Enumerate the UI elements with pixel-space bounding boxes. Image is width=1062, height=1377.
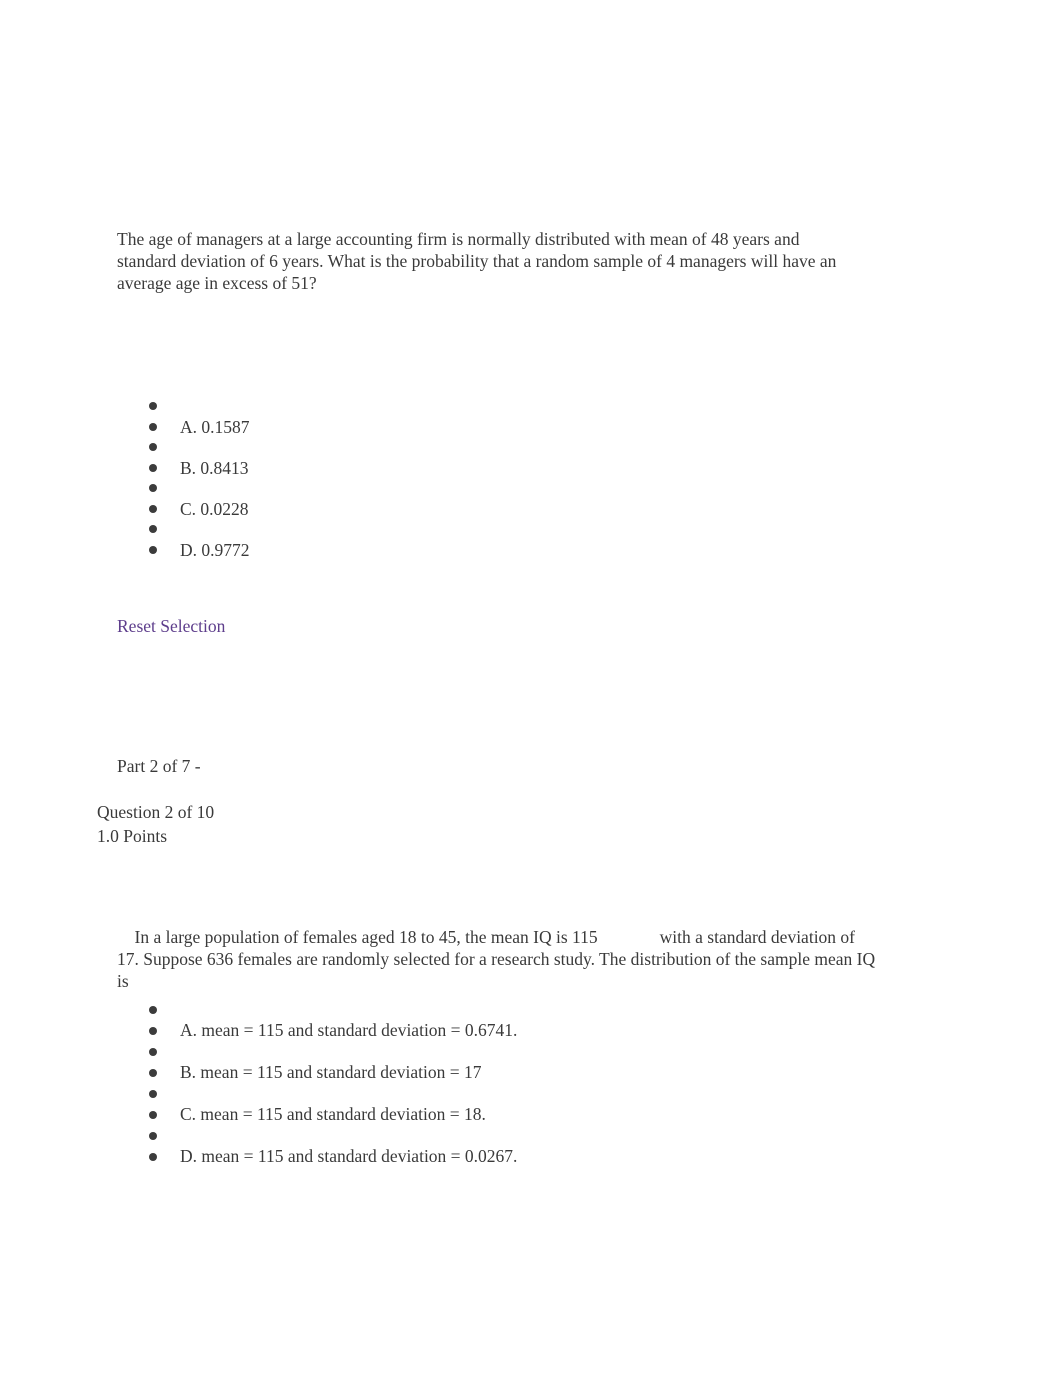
option-spacer-bullet [140,1125,517,1146]
option-a[interactable]: A. 0.1587 [140,417,250,438]
option-spacer-bullet [140,1083,517,1104]
option-a[interactable]: A. mean = 115 and standard deviation = 0… [140,1020,517,1041]
points-label: 1.0 Points [97,826,168,846]
option-spacer-bullet [140,519,250,540]
option-b[interactable]: B. 0.8413 [140,458,250,479]
question-2-options: A. mean = 115 and standard deviation = 0… [140,999,517,1167]
option-b[interactable]: B. mean = 115 and standard deviation = 1… [140,1062,517,1083]
part-label: Part 2 of 7 - [117,756,201,776]
option-d[interactable]: D. mean = 115 and standard deviation = 0… [140,1146,517,1167]
question-number-label: Question 2 of 10 [97,802,215,822]
question-1-options: A. 0.1587 B. 0.8413 C. 0.0228 D. 0.9772 [140,396,250,560]
reset-selection-link[interactable]: Reset Selection [117,616,225,637]
document-page: The age of managers at a large accountin… [0,0,1062,1377]
option-d[interactable]: D. 0.9772 [140,540,250,561]
option-c[interactable]: C. mean = 115 and standard deviation = 1… [140,1104,517,1125]
option-spacer-bullet [140,437,250,458]
option-c[interactable]: C. 0.0228 [140,499,250,520]
option-spacer-bullet [140,1041,517,1062]
question-2-prompt-part-1: In a large population of females aged 18… [134,926,598,947]
option-spacer-bullet [140,478,250,499]
option-spacer-bullet [140,999,517,1020]
option-spacer-bullet [140,396,250,417]
question-1-prompt: The age of managers at a large accountin… [117,228,841,294]
